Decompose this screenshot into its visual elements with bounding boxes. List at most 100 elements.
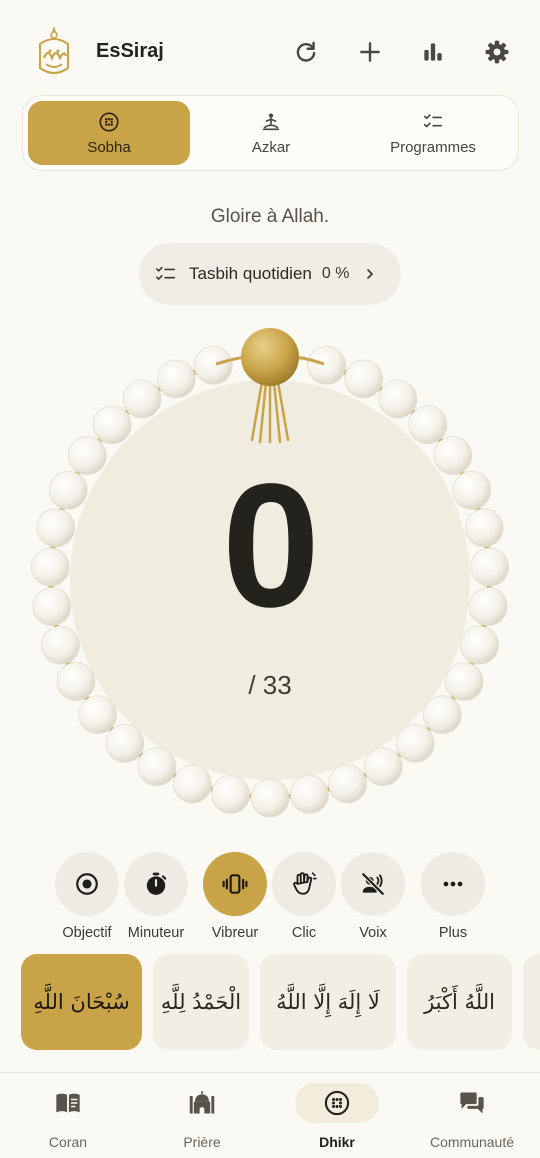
vibrate-button[interactable]: Vibreur (195, 852, 275, 941)
add-button[interactable] (352, 34, 388, 70)
nav-priere[interactable]: Prière (142, 1083, 262, 1150)
beads-icon (99, 111, 119, 132)
rosary-bead (250, 778, 290, 818)
phrase-card[interactable]: اللَّهُ أَكْبَرُ (407, 954, 512, 1050)
rosary-bead (328, 764, 367, 804)
chat-icon (460, 1092, 484, 1114)
rosary-bead (422, 695, 462, 735)
gear-icon (485, 40, 509, 64)
daily-tasbih-button[interactable]: Tasbih quotidien 0 % (139, 243, 401, 305)
counter-target: / 33 (248, 670, 292, 700)
phrase-card[interactable]: الْحَمْدُ لِلَّهِ (153, 954, 249, 1050)
nav-priere-icon-wrap (160, 1083, 244, 1123)
tab-sobha[interactable]: Sobha (28, 101, 190, 165)
tassel (250, 380, 290, 444)
head-bead (241, 328, 299, 386)
nav-communaute[interactable]: Communauté (412, 1083, 532, 1150)
tab-programmes-label: Programmes (390, 138, 476, 156)
voice-label: Voix (359, 925, 387, 941)
rosary-bead (122, 379, 162, 419)
tab-azkar[interactable]: Azkar (190, 101, 352, 165)
nav-coran[interactable]: Coran (8, 1083, 128, 1150)
checklist-icon (156, 266, 176, 280)
click-label: Clic (291, 925, 317, 941)
rosary-bead (92, 405, 132, 445)
stats-icon (424, 43, 442, 61)
objective-circle (55, 852, 119, 916)
timer-circle (124, 852, 188, 916)
vibrate-label: Vibreur (211, 925, 259, 941)
rosary-bead (173, 764, 212, 804)
phrase-card-partial[interactable] (523, 954, 540, 1050)
vibrate-circle (203, 852, 267, 916)
nav-dhikr-label: Dhikr (319, 1134, 355, 1150)
timer-button[interactable]: Minuteur (116, 852, 196, 941)
chevron-right-icon (367, 269, 374, 279)
nav-coran-icon-wrap (26, 1083, 110, 1123)
dhikr-phrases-carousel[interactable]: سُبْحَانَ اللَّهِ الْحَمْدُ لِلَّهِ لَا … (0, 954, 540, 1052)
more-label: Plus (438, 925, 468, 941)
objective-label: Objectif (62, 925, 112, 941)
dhikr-meaning: Gloire à Allah. (210, 206, 330, 227)
tab-sobha-label: Sobha (87, 138, 131, 156)
more-circle (421, 852, 485, 916)
nav-dhikr-icon-wrap (295, 1083, 379, 1123)
checklist-icon (423, 113, 443, 127)
rosary-bead (105, 723, 145, 763)
nav-communaute-icon-wrap (430, 1083, 514, 1123)
rosary-bead (378, 379, 418, 419)
nav-communaute-label: Communauté (429, 1134, 515, 1150)
stats-button[interactable] (415, 34, 451, 70)
app-logo (39, 26, 69, 74)
book-icon (56, 1093, 80, 1113)
phrase-text: اللَّهُ أَكْبَرُ (424, 990, 495, 1014)
voice-circle (341, 852, 405, 916)
daily-tasbih-label: Tasbih quotidien (189, 264, 312, 283)
nav-priere-label: Prière (183, 1134, 221, 1150)
counter-value: 0 (222, 448, 320, 644)
rosary-bead (156, 359, 196, 399)
timer-label: Minuteur (127, 925, 185, 941)
rosary-bead (137, 747, 177, 787)
hand-icon (293, 872, 317, 895)
nav-coran-label: Coran (48, 1134, 88, 1150)
click-button[interactable]: Clic (264, 852, 344, 941)
controls-row: Objectif Minuteur Vibreur Clic Voix Plus (0, 852, 540, 948)
daily-tasbih-percent: 0 % (321, 265, 350, 282)
rosary-bead (363, 747, 403, 787)
mode-tabs: Sobha Azkar Programmes (22, 95, 519, 171)
app-title: EsSiraj (96, 40, 164, 62)
mosque-icon (189, 1091, 215, 1114)
rosary-bead (194, 345, 233, 385)
app-header: EsSiraj (0, 0, 540, 100)
tab-azkar-label: Azkar (251, 138, 291, 156)
vibrate-icon (222, 874, 248, 894)
rosary-bead (290, 775, 329, 814)
tab-programmes[interactable]: Programmes (352, 101, 514, 165)
plus-icon (360, 42, 380, 62)
rosary-bead (344, 359, 384, 399)
click-circle (272, 852, 336, 916)
voice-off-icon (361, 872, 385, 896)
beads-icon (324, 1090, 350, 1116)
phrase-card[interactable]: لَا إِلَهَ إِلَّا اللَّهُ (260, 954, 396, 1050)
rosary-counter[interactable]: 0 / 33 (0, 320, 540, 830)
settings-button[interactable] (479, 34, 515, 70)
rosary-bead (307, 345, 346, 385)
nav-dhikr[interactable]: Dhikr (277, 1083, 397, 1150)
target-icon (76, 873, 98, 895)
refresh-icon (296, 41, 316, 62)
refresh-button[interactable] (288, 34, 324, 70)
rosary-bead (78, 695, 118, 735)
phrase-text: الْحَمْدُ لِلَّهِ (160, 990, 242, 1014)
stopwatch-icon (146, 872, 167, 895)
more-button[interactable]: Plus (413, 852, 493, 941)
objective-button[interactable]: Objectif (47, 852, 127, 941)
phrase-text: لَا إِلَهَ إِلَّا اللَّهُ (276, 990, 380, 1014)
bottom-navigation: Coran Prière Dhikr Communauté (0, 1072, 540, 1158)
rosary-bead (395, 723, 435, 763)
voice-button[interactable]: Voix (333, 852, 413, 941)
rosary-bead (211, 775, 250, 814)
phrase-card[interactable]: سُبْحَانَ اللَّهِ (21, 954, 142, 1050)
rosary-bead (408, 405, 448, 445)
